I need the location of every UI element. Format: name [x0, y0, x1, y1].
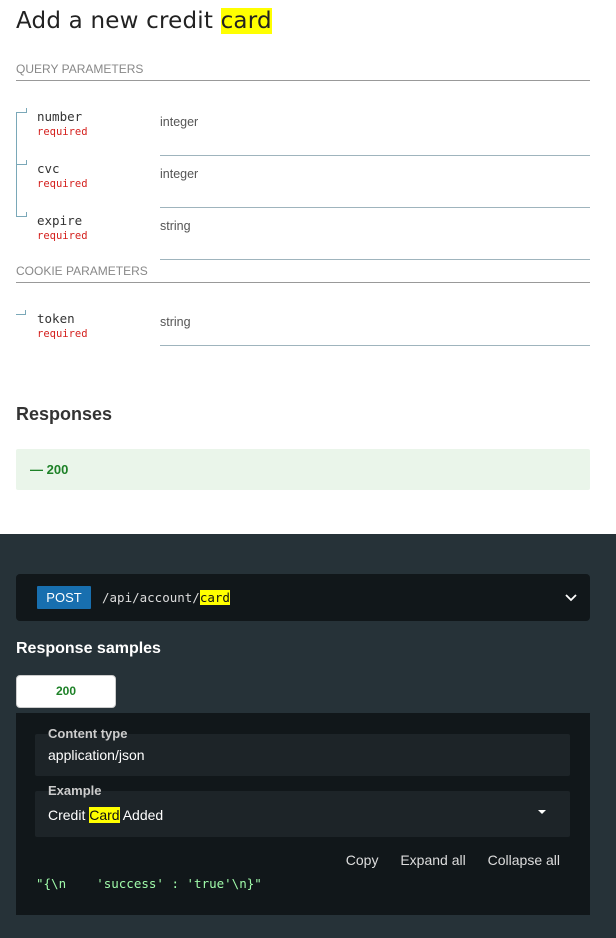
page-title: Add a new credit card	[16, 8, 272, 34]
param-row-cvc: cvc required integer	[16, 156, 590, 208]
response-samples-title: Response samples	[16, 640, 161, 657]
example-value: Credit Card Added	[48, 807, 163, 823]
param-row-expire: expire required string	[16, 208, 590, 260]
search-highlight: Card	[89, 807, 120, 823]
cookie-parameters-header: COOKIE PARAMETERS	[16, 264, 590, 283]
param-type: integer	[160, 167, 199, 181]
tree-branch-icon	[17, 160, 27, 165]
param-name: token	[37, 311, 75, 326]
tree-branch-icon	[16, 310, 26, 315]
search-highlight: card	[220, 8, 272, 34]
param-required: required	[37, 230, 88, 242]
response-sample-panel: Content type application/json Example Cr…	[16, 713, 590, 915]
response-200-toggle[interactable]: — 200	[16, 449, 590, 490]
example-label: Example	[48, 783, 102, 798]
copy-button[interactable]: Copy	[346, 852, 379, 868]
content-type-field: Content type application/json	[35, 726, 570, 776]
example-value-prefix: Credit	[48, 807, 90, 823]
example-value-suffix: Added	[119, 807, 164, 823]
endpoint-path: /api/account/card	[102, 590, 230, 605]
param-name: expire	[37, 213, 83, 228]
search-highlight: card	[199, 590, 230, 605]
response-200-label: — 200	[30, 462, 69, 477]
page-title-text: Add a new credit	[16, 8, 221, 34]
content-type-value: application/json	[48, 747, 145, 763]
example-select[interactable]: Example Credit Card Added	[35, 783, 570, 837]
param-name: cvc	[37, 161, 60, 176]
expand-all-button[interactable]: Expand all	[400, 852, 465, 868]
dropdown-caret-icon[interactable]	[538, 810, 546, 814]
param-type: integer	[160, 115, 199, 129]
param-name: number	[37, 109, 83, 124]
tab-200[interactable]: 200	[16, 675, 116, 708]
content-type-label: Content type	[48, 726, 128, 741]
query-parameters-header: QUERY PARAMETERS	[16, 62, 590, 81]
param-type: string	[160, 315, 191, 329]
param-required: required	[37, 328, 88, 340]
right-panel: POST /api/account/card Response samples …	[0, 534, 616, 938]
param-row-token: token required string	[16, 306, 590, 346]
endpoint-bar[interactable]: POST /api/account/card	[16, 574, 590, 621]
tree-branch-icon	[17, 212, 27, 217]
responses-title: Responses	[16, 404, 113, 424]
http-method-badge: POST	[37, 586, 91, 609]
param-required: required	[37, 126, 88, 138]
param-row-number: number required integer	[16, 104, 590, 156]
param-type: string	[160, 219, 191, 233]
tree-branch-icon	[17, 108, 27, 113]
param-required: required	[37, 178, 88, 190]
collapse-all-button[interactable]: Collapse all	[488, 852, 560, 868]
chevron-down-icon[interactable]	[564, 590, 578, 604]
endpoint-path-text: /api/account/	[102, 590, 200, 605]
sample-actions: Copy Expand all Collapse all	[328, 852, 560, 868]
response-code-sample: "{\n 'success' : 'true'\n}"	[36, 876, 262, 891]
